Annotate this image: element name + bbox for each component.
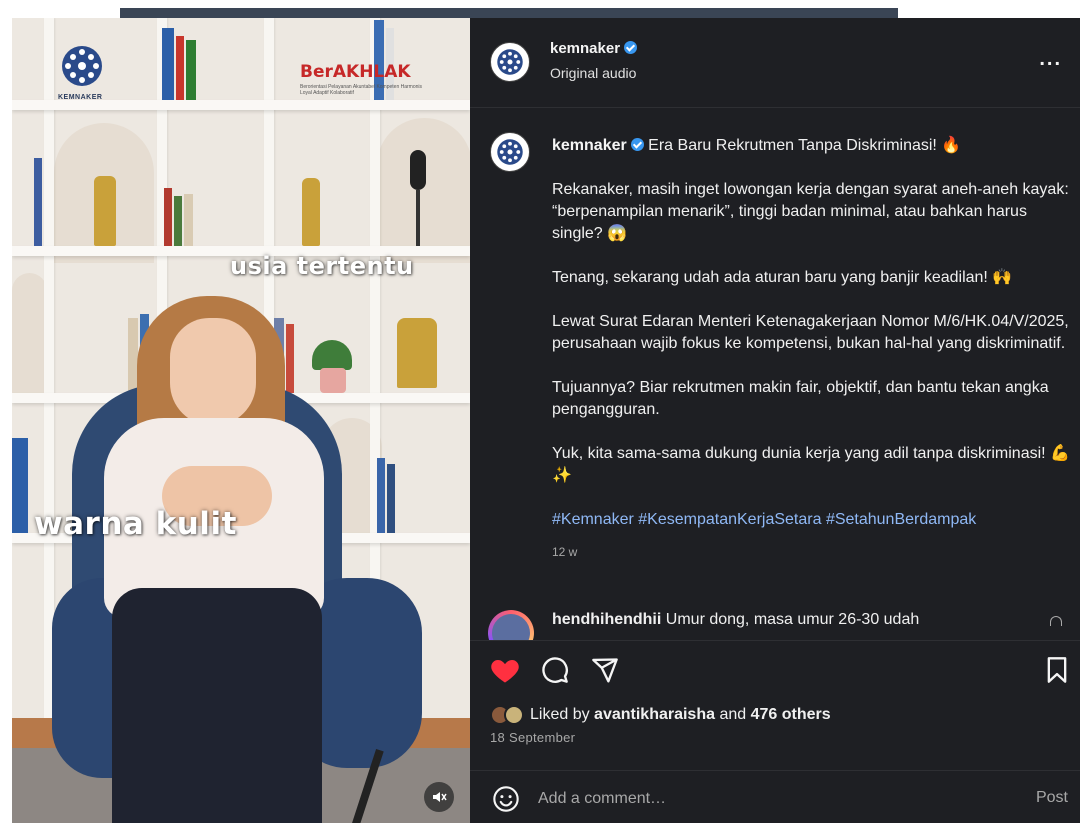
share-button[interactable] <box>588 653 622 687</box>
comment-bubble-icon <box>542 657 568 683</box>
presenter-face <box>170 318 256 426</box>
comment-item: hendhihendhii Umur dong, masa umur 26-30… <box>470 610 1080 640</box>
video-caption-bottom: warna kulit <box>34 506 237 542</box>
shelf-arch <box>12 273 47 403</box>
berakhlak-banner: BerAKHLAK <box>300 62 411 82</box>
berakhlak-subtext: Berorientasi Pelayanan Akuntabel Kompete… <box>300 84 423 96</box>
trophy <box>94 176 116 246</box>
caption-paragraph: Rekanaker, masih inget lowongan kerja de… <box>552 181 1069 242</box>
book <box>164 188 172 246</box>
post-age: 12 w <box>552 545 578 559</box>
bookmark-icon <box>1047 657 1067 683</box>
verified-badge-icon <box>630 138 644 151</box>
book <box>377 458 385 533</box>
likes-others[interactable]: 476 others <box>751 706 831 724</box>
caption-scroll-area[interactable]: kemnaker Era Baru Rekrutmen Tanpa Diskri… <box>470 108 1080 643</box>
likes-prefix: Liked by <box>530 706 590 723</box>
comment-like-heart-icon[interactable] <box>1050 616 1062 626</box>
caption-hashtags[interactable]: #Kemnaker #KesempatanKerjaSetara #Setahu… <box>552 509 1072 531</box>
original-audio-link[interactable]: Original audio <box>550 65 636 81</box>
avatar[interactable] <box>490 42 530 82</box>
kemnaker-avatar-icon <box>497 139 523 165</box>
caption-avatar[interactable] <box>490 132 530 172</box>
caption-title-line: kemnaker Era Baru Rekrutmen Tanpa Diskri… <box>552 135 1072 157</box>
paper-plane-icon <box>592 658 618 683</box>
kemnaker-logo <box>60 44 104 88</box>
comment-text: Umur dong, masa umur 26-30 udah <box>665 611 920 628</box>
reel-video-player[interactable]: KEMNAKER BerAKHLAK Berorientasi Pelayana… <box>12 18 470 823</box>
verified-badge-icon <box>624 41 638 54</box>
shelf-board <box>12 100 470 110</box>
post-header: kemnaker Original audio ... <box>470 18 1080 108</box>
like-button[interactable] <box>488 653 522 687</box>
bottle <box>12 438 28 533</box>
book <box>186 40 196 100</box>
book <box>176 36 184 100</box>
header-username[interactable]: kemnaker <box>550 40 638 57</box>
video-caption-top: usia tertentu <box>230 252 414 280</box>
book <box>162 28 174 100</box>
kemnaker-avatar-icon <box>497 49 523 75</box>
instagram-post-viewer: KEMNAKER BerAKHLAK Berorientasi Pelayana… <box>0 0 1080 823</box>
background-strip <box>120 8 898 18</box>
avatar-image <box>492 614 530 640</box>
trophy <box>302 178 320 246</box>
header-username-text[interactable]: kemnaker <box>550 40 620 57</box>
caption-paragraph: Lewat Surat Edaran Menteri Ketenagakerja… <box>552 313 1069 352</box>
liker-avatar <box>504 705 524 725</box>
microphone <box>410 150 426 190</box>
likes-user[interactable]: avantikharaisha <box>594 706 715 724</box>
book <box>34 158 42 246</box>
smiley-icon <box>493 786 519 812</box>
kemnaker-logo-text: KEMNAKER <box>58 94 103 101</box>
likes-connector: and <box>719 706 747 723</box>
comment-username[interactable]: hendhihendhii <box>552 611 661 628</box>
comment-body: hendhihendhii Umur dong, masa umur 26-30… <box>552 611 919 629</box>
book <box>286 324 294 393</box>
likes-summary[interactable]: Liked by avantikharaisha and 476 others <box>490 702 831 728</box>
mute-button[interactable] <box>424 782 454 812</box>
comment-button[interactable] <box>538 653 572 687</box>
caption-paragraph: Tujuannya? Biar rekrutmen makin fair, ob… <box>552 379 1049 418</box>
post-side-panel: kemnaker Original audio ... kemnaker Era… <box>470 18 1080 823</box>
trophy <box>397 318 437 388</box>
muted-speaker-icon <box>433 792 447 802</box>
book <box>184 194 193 246</box>
caption-title: Era Baru Rekrutmen Tanpa Diskriminasi! 🔥 <box>648 137 962 154</box>
comment-input[interactable] <box>538 785 998 813</box>
presenter-pants <box>112 588 322 823</box>
caption-username[interactable]: kemnaker <box>552 137 627 154</box>
action-bar <box>470 640 1080 698</box>
post-comment-button[interactable]: Post <box>1036 789 1068 807</box>
book <box>174 196 182 246</box>
more-options-button[interactable]: ... <box>1039 48 1062 71</box>
flower-pot <box>320 368 346 393</box>
emoji-button[interactable] <box>492 785 520 813</box>
post-date: 18 September <box>490 730 576 745</box>
post-caption: kemnaker Era Baru Rekrutmen Tanpa Diskri… <box>552 135 1072 563</box>
commenter-avatar[interactable] <box>488 610 534 640</box>
shelf-arch <box>377 118 470 263</box>
save-button[interactable] <box>1040 653 1074 687</box>
heart-filled-icon <box>491 660 519 683</box>
microphone-stand <box>416 190 420 246</box>
caption-paragraph: Yuk, kita sama-sama dukung dunia kerja y… <box>552 445 1070 484</box>
comment-composer: Post <box>470 770 1080 823</box>
book <box>387 464 395 533</box>
caption-paragraph: Tenang, sekarang udah ada aturan baru ya… <box>552 269 1013 286</box>
